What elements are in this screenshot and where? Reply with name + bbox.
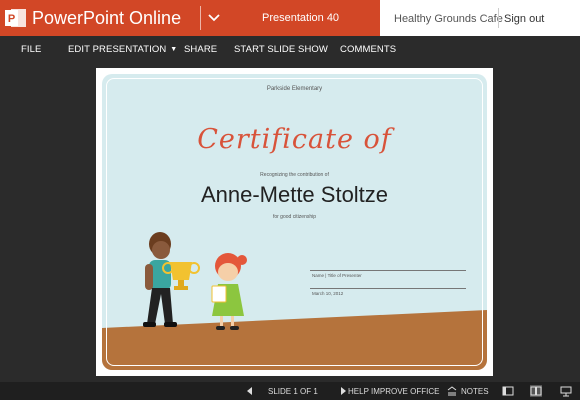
slideshow-icon[interactable] xyxy=(560,385,572,397)
help-improve-office-link[interactable]: HELP IMPROVE OFFICE xyxy=(348,387,439,396)
notes-icon[interactable] xyxy=(446,385,458,397)
school-name: Parkside Elementary xyxy=(266,86,323,92)
title-divider xyxy=(200,6,201,30)
date-text: March 10, 2012 xyxy=(312,291,344,296)
recognizing-text: Recognizing the contribution of xyxy=(260,172,329,178)
presenter-label: Name | Title of Presenter xyxy=(312,273,362,278)
recipient-name: Anne-Mette Stoltze xyxy=(200,182,389,207)
menu-edit-presentation-label: EDIT PRESENTATION xyxy=(68,44,167,55)
slide[interactable]: Parkside Elementary Certificate of Recog… xyxy=(96,68,493,376)
children-illustration xyxy=(143,232,247,330)
app-name[interactable]: PowerPoint Online xyxy=(32,8,181,29)
powerpoint-logo-icon[interactable]: P xyxy=(5,8,27,28)
status-bar: SLIDE 1 OF 1 HELP IMPROVE OFFICE NOTES xyxy=(0,382,580,400)
menu-file[interactable]: FILE xyxy=(21,44,41,55)
document-name[interactable]: Presentation 40 xyxy=(262,12,339,24)
date-line xyxy=(310,288,466,289)
notes-button[interactable]: NOTES xyxy=(461,387,489,396)
menu-start-slide-show[interactable]: START SLIDE SHOW xyxy=(234,44,328,55)
slide-canvas: Parkside Elementary Certificate of Recog… xyxy=(0,62,580,382)
reading-view-icon[interactable] xyxy=(530,385,542,397)
account-bar: Healthy Grounds Cafe Sign out xyxy=(380,0,580,36)
reason-text: for good citizenship xyxy=(272,214,317,220)
certificate-frame: Parkside Elementary Certificate of Recog… xyxy=(102,74,487,370)
title-bar: P PowerPoint Online Presentation 40 Heal… xyxy=(0,0,580,36)
previous-slide-icon[interactable] xyxy=(244,385,256,397)
menu-share[interactable]: SHARE xyxy=(184,44,217,55)
caret-down-icon: ▼ xyxy=(170,45,178,53)
menu-edit-presentation[interactable]: EDIT PRESENTATION ▼ xyxy=(68,44,177,55)
account-divider xyxy=(498,8,499,28)
ribbon-menu: FILE EDIT PRESENTATION ▼ SHARE START SLID… xyxy=(0,36,580,62)
slide-indicator: SLIDE 1 OF 1 xyxy=(268,387,318,396)
normal-view-icon[interactable] xyxy=(502,385,514,397)
chevron-down-icon[interactable] xyxy=(204,8,224,28)
svg-text:P: P xyxy=(8,13,15,25)
app-brand-bar: P PowerPoint Online Presentation 40 xyxy=(0,0,380,36)
menu-comments[interactable]: COMMENTS xyxy=(340,44,396,55)
presenter-line xyxy=(310,270,466,271)
sign-out-link[interactable]: Sign out xyxy=(504,13,544,25)
certificate-title: Certificate of xyxy=(197,124,392,155)
user-name[interactable]: Healthy Grounds Cafe xyxy=(394,13,503,25)
